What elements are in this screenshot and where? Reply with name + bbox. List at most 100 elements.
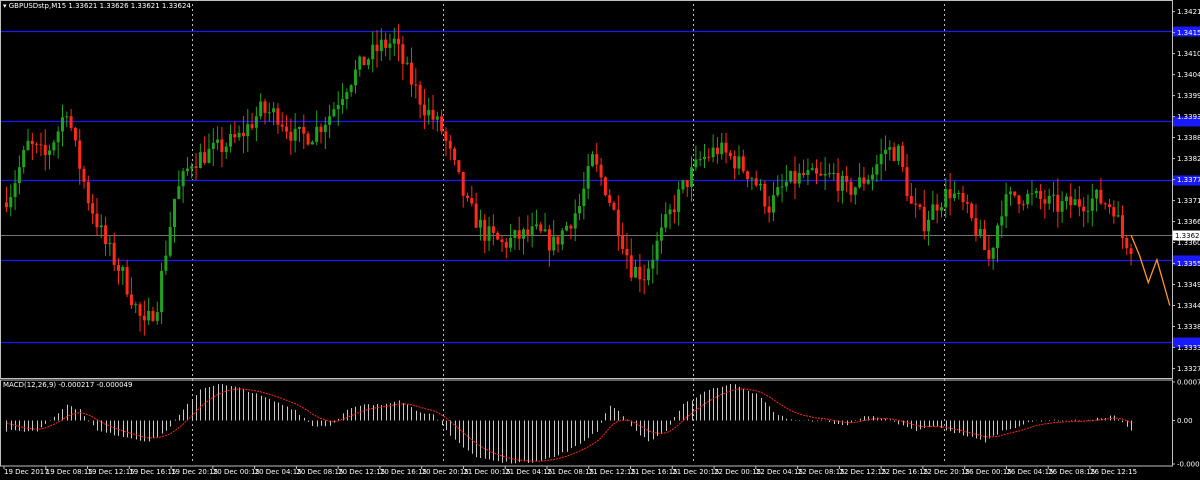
candle-body [405, 62, 409, 64]
candle-body [978, 228, 982, 236]
candle-body [229, 134, 233, 147]
candle-body [672, 209, 676, 213]
candle-body [134, 304, 138, 306]
candle-body [39, 144, 43, 146]
candle-body [246, 124, 250, 137]
candle-body [1073, 199, 1077, 206]
candle-body [65, 116, 69, 118]
candle-body [397, 38, 401, 45]
candle-body [366, 59, 370, 66]
x-tick-label: 19 Dec 12:15 [88, 468, 135, 476]
candle-body [17, 167, 21, 184]
candle-body [500, 239, 504, 243]
main-frame [0, 0, 1173, 379]
collapse-icon[interactable]: ▾ [3, 2, 7, 10]
candle-body [483, 219, 487, 241]
y-tick-label: 1.33715 [1177, 197, 1200, 205]
candle-body [737, 156, 741, 169]
candle-body [879, 154, 883, 165]
candle-body [1095, 189, 1099, 199]
candle-body [771, 195, 775, 213]
grid-layer [192, 4, 945, 464]
candle-body [815, 168, 819, 174]
candle-body [108, 242, 112, 245]
y-tick-label: 1.33825 [1177, 155, 1200, 163]
candle-body [1099, 189, 1103, 204]
candle-body [651, 259, 655, 269]
candle-body [823, 173, 827, 176]
candle-body [939, 207, 943, 211]
candle-body [95, 213, 99, 228]
candle-body [237, 132, 241, 138]
candle-body [496, 232, 500, 240]
candle-body [754, 178, 758, 186]
candle-body [991, 247, 995, 259]
candle-body [181, 171, 185, 187]
candle-body [784, 181, 788, 187]
candle-body [931, 204, 935, 220]
candle-body [513, 230, 517, 238]
x-tick-label: 20 Dec 12:15 [338, 468, 385, 476]
candle-body [4, 202, 8, 208]
candle-body [995, 225, 1000, 248]
y-tick-label: 1.34210 [1177, 8, 1200, 16]
candle-body [789, 171, 793, 182]
candle-body [216, 139, 220, 143]
candle-body [987, 249, 991, 259]
candle-body [125, 267, 129, 295]
macd-title: MACD(12,26,9) -0.000217 -0.000049 [3, 381, 133, 389]
candle-body [720, 142, 724, 155]
candle-body [52, 142, 56, 151]
candle-body [616, 209, 620, 236]
candle-body [444, 131, 448, 141]
candle-body [522, 229, 526, 239]
candle-body [353, 69, 357, 86]
candle-body [384, 39, 388, 48]
candle-body [655, 240, 659, 260]
candle-body [414, 84, 418, 86]
x-tick-label: 20 Dec 08:15 [296, 468, 343, 476]
candle-body [1116, 215, 1120, 217]
candle-body [1086, 210, 1090, 212]
candle-body [866, 179, 870, 184]
candle-body [685, 180, 689, 187]
candle-body [418, 84, 422, 105]
x-tick-label: 19 Dec 20:15 [171, 468, 218, 476]
candle-body [91, 203, 95, 214]
candles-layer [4, 24, 1171, 336]
candle-body [1064, 196, 1068, 202]
candle-body [582, 188, 586, 207]
candle-body [73, 127, 77, 141]
candle-body [78, 140, 82, 169]
candle-body [1030, 193, 1034, 195]
candle-body [1017, 195, 1021, 205]
candle-body [629, 255, 633, 278]
candle-body [453, 148, 457, 161]
candle-body [332, 109, 336, 117]
candle-body [677, 189, 681, 213]
candle-body [638, 266, 642, 280]
candle-body [1026, 193, 1030, 205]
candle-body [763, 183, 767, 207]
x-tick-label: 21 Dec 12:15 [589, 468, 636, 476]
candle-body [129, 294, 133, 306]
y-tick-label: 1.33495 [1177, 281, 1200, 289]
candle-body [797, 172, 801, 184]
candle-body [392, 38, 396, 44]
candle-body [944, 189, 948, 208]
candle-body [552, 236, 556, 251]
y-tick-label: 1.34100 [1177, 50, 1200, 58]
x-tick-label: 20 Dec 20:15 [422, 468, 469, 476]
candle-body [465, 195, 470, 198]
candle-body [707, 156, 711, 158]
candle-body [69, 116, 73, 128]
chart-title: ▾ GBPUSDstp,M15 1.33621 1.33626 1.33621 … [3, 2, 191, 10]
candle-body [375, 44, 379, 52]
candle-body [862, 177, 866, 184]
candle-body [220, 139, 224, 153]
candle-body [810, 168, 814, 171]
candle-body [802, 172, 806, 176]
candle-body [336, 105, 340, 110]
candle-body [293, 128, 297, 141]
candle-body [603, 177, 607, 196]
